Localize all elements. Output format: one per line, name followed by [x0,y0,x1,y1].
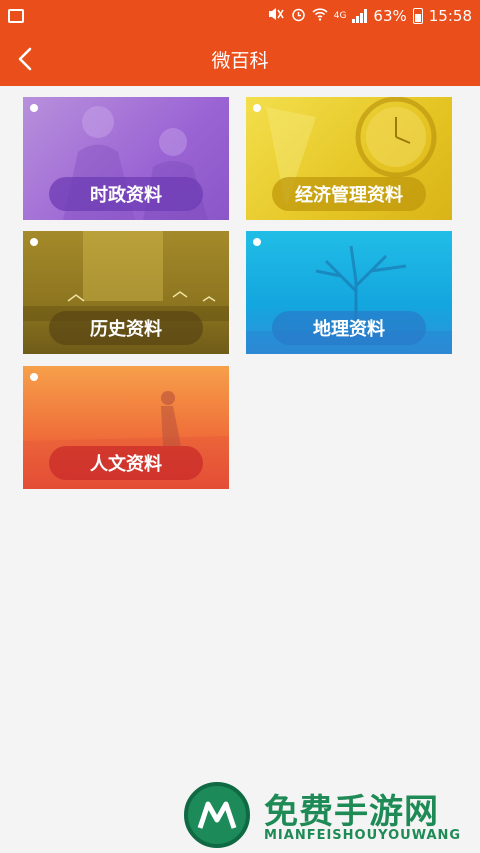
card-indicator-dot [30,373,38,381]
category-card-economics[interactable]: 经济管理资料 [246,97,452,220]
card-label: 地理资料 [272,311,426,345]
card-indicator-dot [253,238,261,246]
page-title: 微百科 [211,49,269,72]
watermark-subtitle: MIANFEISHOUYOUWANG [264,828,462,843]
category-card-humanities[interactable]: 人文资料 [23,366,229,489]
clock: 15:58 [428,7,472,25]
status-bar: 4G 63% 15:58 [0,0,480,32]
network-type: 4G [333,11,347,21]
category-card-geography[interactable]: 地理资料 [246,231,452,354]
card-label: 经济管理资料 [272,177,426,211]
card-label: 历史资料 [49,311,203,345]
watermark-title: 免费手游网 [264,792,439,832]
card-indicator-dot [253,104,261,112]
watermark: 免费手游网 MIANFEISHOUYOUWANG [184,782,474,848]
mute-icon [267,7,285,25]
category-card-history[interactable]: 历史资料 [23,231,229,354]
gallery-notification-icon [8,9,24,23]
card-indicator-dot [30,104,38,112]
card-indicator-dot [30,238,38,246]
wifi-icon [312,7,328,25]
battery-percent: 63% [373,7,407,25]
watermark-logo-icon [184,782,250,848]
status-icons: 4G 63% 15:58 [267,7,472,26]
category-card-politics[interactable]: 时政资料 [23,97,229,220]
battery-icon [412,8,423,24]
back-arrow-icon[interactable] [14,45,38,73]
alarm-icon [291,7,306,26]
signal-icon [352,9,368,23]
card-label: 时政资料 [49,177,203,211]
header-bar: 微百科 [0,32,480,86]
card-label: 人文资料 [49,446,203,480]
